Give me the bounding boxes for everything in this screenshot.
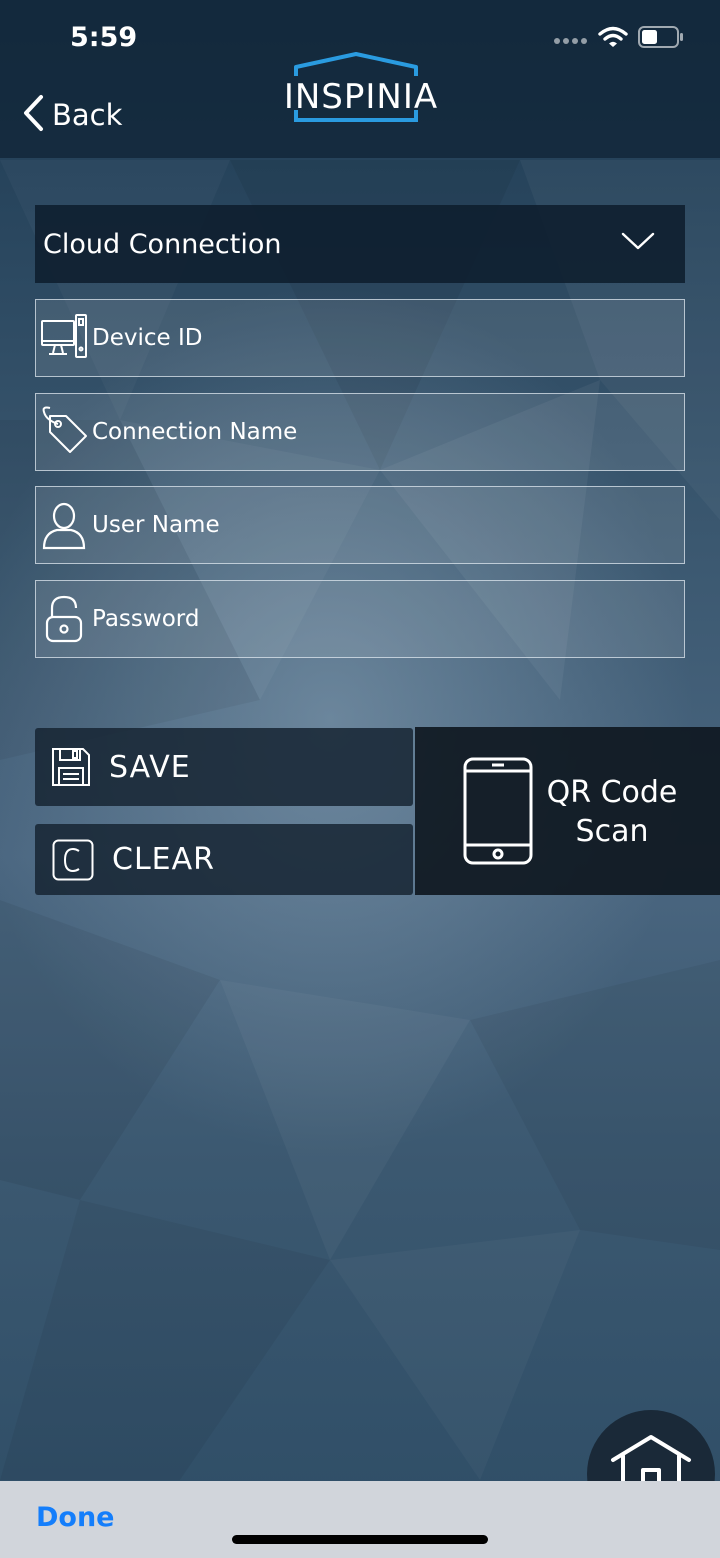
chevron-left-icon <box>22 94 44 136</box>
device-id-field[interactable] <box>35 299 685 377</box>
home-icon <box>609 1434 693 1488</box>
qr-label-line1: QR Code <box>546 775 678 810</box>
back-button[interactable]: Back <box>22 94 122 136</box>
password-field[interactable] <box>35 580 685 658</box>
clear-c-icon <box>52 839 94 881</box>
floppy-disk-icon <box>51 747 91 787</box>
top-navigation-bar: 5:59 Back INSPINIA <box>0 0 720 158</box>
chevron-down-icon <box>621 231 655 255</box>
inspinia-logo: INSPINIA <box>284 52 438 122</box>
user-name-input[interactable] <box>92 487 684 563</box>
user-icon <box>36 487 92 563</box>
wifi-icon <box>598 26 628 52</box>
qr-code-scan-label: QR Code Scan <box>543 773 681 851</box>
save-button[interactable]: SAVE <box>35 728 413 806</box>
back-label: Back <box>52 98 123 132</box>
clear-label: CLEAR <box>112 842 215 877</box>
save-label: SAVE <box>109 749 191 785</box>
connection-type-dropdown[interactable]: Cloud Connection <box>35 205 685 283</box>
qr-code-scan-button[interactable]: QR Code Scan <box>415 727 720 895</box>
tag-icon <box>36 394 92 470</box>
svg-text:INSPINIA: INSPINIA <box>284 77 438 117</box>
connection-type-label: Cloud Connection <box>43 228 282 260</box>
done-button[interactable]: Done <box>36 1502 115 1533</box>
connection-name-field[interactable] <box>35 393 685 471</box>
signal-dots-icon <box>554 30 588 49</box>
device-id-input[interactable] <box>92 300 684 376</box>
smartphone-icon <box>463 757 533 869</box>
home-indicator <box>232 1535 488 1544</box>
battery-icon <box>638 26 684 52</box>
clear-button[interactable]: CLEAR <box>35 824 413 895</box>
user-name-field[interactable] <box>35 486 685 564</box>
status-time: 5:59 <box>70 22 138 53</box>
password-input[interactable] <box>92 581 684 657</box>
connection-name-input[interactable] <box>92 394 684 470</box>
lock-icon <box>36 581 92 657</box>
status-icons <box>554 26 684 52</box>
computer-icon <box>36 300 92 376</box>
qr-label-line2: Scan <box>575 814 649 849</box>
keyboard-toolbar: Done <box>0 1481 720 1558</box>
